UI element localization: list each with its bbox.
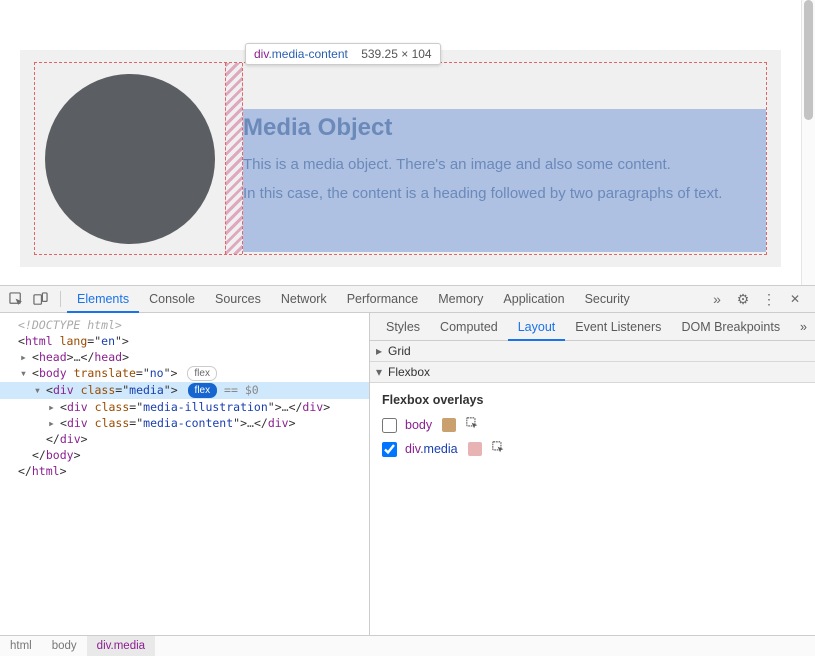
dom-tree-line[interactable]: <html lang="en"> — [0, 333, 369, 349]
flexbox-overlays-title: Flexbox overlays — [382, 393, 803, 407]
preview-viewport: div.media-content 539.25 × 104 Media Obj… — [0, 0, 801, 285]
overlay-element-name[interactable]: div.media — [405, 442, 458, 456]
dom-tree-line[interactable]: </div> — [0, 431, 369, 447]
dom-tree-line[interactable]: </html> — [0, 463, 369, 479]
element-picker-icon[interactable] — [466, 417, 479, 433]
inspect-icon[interactable] — [6, 289, 26, 309]
grid-section[interactable]: ▸Grid — [370, 341, 815, 362]
tooltip-tag: div — [254, 47, 268, 61]
kebab-menu-icon[interactable]: ⋮ — [759, 289, 779, 309]
media-content-slot: div.media-content 539.25 × 104 Media Obj… — [243, 63, 766, 254]
devtools-toolbar: ElementsConsoleSourcesNetworkPerformance… — [0, 285, 815, 313]
close-icon[interactable]: ✕ — [785, 289, 805, 309]
devtools-tab-performance[interactable]: Performance — [337, 285, 429, 313]
flexbox-overlay-row: div.media — [382, 441, 803, 457]
devtools-tab-application[interactable]: Application — [493, 285, 574, 313]
tooltip-class: .media-content — [268, 47, 347, 61]
side-tab-computed[interactable]: Computed — [430, 313, 508, 341]
overlay-element-name[interactable]: body — [405, 418, 432, 432]
element-hover-tooltip: div.media-content 539.25 × 104 — [245, 43, 441, 65]
dom-tree-pane[interactable]: <!DOCTYPE html><html lang="en">▸<head>…<… — [0, 313, 370, 635]
breadcrumb-item[interactable]: div.media — [87, 636, 155, 656]
twisty-icon[interactable]: ▸ — [48, 416, 60, 430]
media-heading: Media Object — [243, 114, 766, 142]
dom-tree-line[interactable]: </body> — [0, 447, 369, 463]
devtools-tab-console[interactable]: Console — [139, 285, 205, 313]
overlay-color-swatch[interactable] — [468, 442, 482, 456]
dom-tree-line[interactable]: ▸<div class="media-illustration">…</div> — [0, 399, 369, 415]
twisty-icon[interactable]: ▸ — [20, 350, 32, 364]
side-tab-dom-breakpoints[interactable]: DOM Breakpoints — [671, 313, 790, 341]
twisty-icon[interactable]: ▸ — [48, 400, 60, 414]
dom-tree-line[interactable]: ▸<head>…</head> — [0, 349, 369, 365]
chevron-right-icon: ▸ — [376, 344, 388, 358]
flexbox-section-label: Flexbox — [388, 365, 430, 379]
scrollbar[interactable] — [801, 0, 815, 285]
toolbar-separator — [60, 291, 61, 307]
side-tab-event-listeners[interactable]: Event Listeners — [565, 313, 671, 341]
side-tab-layout[interactable]: Layout — [508, 313, 566, 341]
flex-gap-hatch — [225, 63, 243, 254]
devtools-tabs: ElementsConsoleSourcesNetworkPerformance… — [67, 285, 707, 313]
dom-tree-line[interactable]: ▸<div class="media-content">…</div> — [0, 415, 369, 431]
flexbox-overlays-panel: Flexbox overlays body div.media — [370, 383, 815, 475]
dom-tree-line[interactable]: ▾<body translate="no"> flex — [0, 365, 369, 382]
chevron-down-icon: ▾ — [376, 365, 388, 379]
element-picker-icon[interactable] — [492, 441, 505, 457]
scrollbar-thumb[interactable] — [804, 0, 813, 120]
gear-icon[interactable]: ⚙ — [733, 289, 753, 309]
twisty-icon[interactable]: ▾ — [20, 366, 32, 380]
side-panel-tabs: StylesComputedLayoutEvent ListenersDOM B… — [370, 313, 815, 341]
devtools-body: <!DOCTYPE html><html lang="en">▸<head>…<… — [0, 313, 815, 635]
devtools-tab-elements[interactable]: Elements — [67, 285, 139, 313]
flexbox-section[interactable]: ▾Flexbox — [370, 362, 815, 383]
side-tabs-overflow-icon[interactable]: » — [792, 313, 815, 341]
breadcrumb-item[interactable]: body — [42, 636, 87, 656]
tabs-overflow-icon[interactable]: » — [707, 289, 727, 309]
dom-tree-line[interactable]: ▾<div class="media"> flex == $0 — [0, 382, 369, 399]
overlay-checkbox[interactable] — [382, 442, 397, 457]
device-toggle-icon[interactable] — [30, 289, 50, 309]
breadcrumb-item[interactable]: html — [0, 636, 42, 656]
side-tab-styles[interactable]: Styles — [376, 313, 430, 341]
grid-section-label: Grid — [388, 344, 411, 358]
devtools-tab-network[interactable]: Network — [271, 285, 337, 313]
flexbox-overlay-row: body — [382, 417, 803, 433]
overlay-color-swatch[interactable] — [442, 418, 456, 432]
page-preview: div.media-content 539.25 × 104 Media Obj… — [0, 0, 815, 285]
devtools-tab-security[interactable]: Security — [575, 285, 640, 313]
overlay-checkbox[interactable] — [382, 418, 397, 433]
twisty-icon[interactable]: ▾ — [34, 383, 46, 397]
preview-canvas: div.media-content 539.25 × 104 Media Obj… — [20, 50, 781, 267]
tooltip-dimensions: 539.25 × 104 — [361, 47, 431, 61]
media-illustration-slot — [35, 63, 225, 254]
media-illustration-circle — [45, 74, 215, 244]
side-panel: StylesComputedLayoutEvent ListenersDOM B… — [370, 313, 815, 635]
devtools-tab-memory[interactable]: Memory — [428, 285, 493, 313]
devtools-tab-sources[interactable]: Sources — [205, 285, 271, 313]
media-paragraph: In this case, the content is a heading f… — [243, 185, 766, 202]
dom-breadcrumbs: htmlbodydiv.media — [0, 635, 815, 656]
dom-tree-line[interactable]: <!DOCTYPE html> — [0, 317, 369, 333]
media-object[interactable]: div.media-content 539.25 × 104 Media Obj… — [34, 62, 767, 255]
media-paragraph: This is a media object. There's an image… — [243, 156, 766, 173]
